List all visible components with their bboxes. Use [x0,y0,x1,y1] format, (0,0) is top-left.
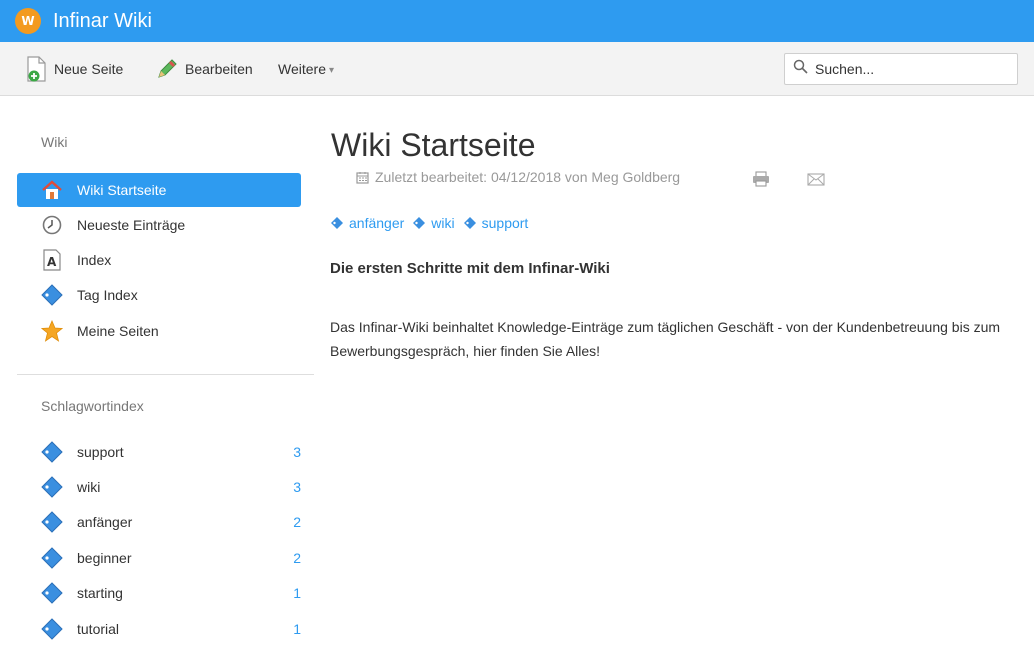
star-icon [41,320,63,342]
tag-list: anfänger wiki support [330,215,536,231]
last-edited-text: Zuletzt bearbeitet: 04/12/2018 von Meg G… [375,169,681,185]
sidebar-item-label: Tag Index [77,287,138,303]
sidebar-item-label: Wiki Startseite [77,182,167,198]
sidebar-item-meine-seiten[interactable]: Meine Seiten [17,314,301,348]
tag-icon [41,547,63,569]
tag-list-item[interactable]: wiki 3 [17,470,301,504]
tag-link[interactable]: anfänger [330,215,404,231]
tag-label: anfänger [77,514,133,530]
tag-icon [330,216,344,230]
tag-icon [41,511,63,533]
sidebar-item-index[interactable]: A Index [17,243,301,277]
new-page-button[interactable]: Neue Seite [26,42,123,96]
tag-list-item[interactable]: tutorial 1 [17,612,301,646]
tag-count: 2 [293,550,301,566]
tag-label: starting [77,585,123,601]
tag-count: 3 [293,444,301,460]
search-icon [793,59,808,79]
body-text: Das Infinar-Wiki beinhaltet Knowledge-Ei… [330,319,1001,359]
tag-icon [463,216,477,230]
sidebar-divider [17,374,314,375]
tag-count: 1 [293,585,301,601]
tag-count: 3 [293,479,301,495]
chevron-down-icon: ▾ [328,64,335,76]
more-dropdown[interactable]: Weitere ▾ [278,42,334,96]
index-icon: A [41,249,63,271]
tag-label: anfänger [349,215,405,231]
tag-list-item[interactable]: starting 1 [17,576,301,610]
tag-count: 1 [293,621,301,637]
tag-list-item[interactable]: beginner 2 [17,541,301,575]
tag-label: support [77,444,124,460]
new-page-label: Neue Seite [54,61,124,77]
search-input[interactable] [813,60,1007,78]
sidebar-heading-wiki: Wiki [41,134,68,150]
sidebar-item-tag-index[interactable]: Tag Index [17,278,301,312]
sidebar-item-label: Neueste Einträge [77,217,186,233]
mail-icon[interactable] [807,173,825,191]
sidebar-item-label: Meine Seiten [77,323,159,339]
app-logo[interactable]: W [15,8,41,34]
svg-text:A: A [47,255,57,269]
tag-icon [41,618,63,640]
tag-icon [41,476,63,498]
search-box[interactable] [784,53,1018,85]
tag-icon [41,582,63,604]
print-icon[interactable] [752,171,770,192]
pencil-icon [155,57,179,81]
sidebar-item-label: Index [77,252,112,268]
new-page-icon [26,56,48,82]
tag-count: 2 [293,514,301,530]
sidebar: Wiki Wiki Startseite Neueste Einträge A [0,97,316,642]
home-icon [41,179,63,201]
page-meta: Zuletzt bearbeitet: 04/12/2018 von Meg G… [356,169,680,185]
tag-icon [412,216,426,230]
sidebar-heading-tags: Schlagwortindex [41,398,144,414]
more-label: Weitere [278,61,326,77]
section-heading: Die ersten Schritte mit dem Infinar-Wiki [330,260,610,277]
toolbar: Neue Seite Bearbeiten Weitere ▾ [0,42,1034,96]
tag-label: tutorial [77,621,120,637]
tag-label: beginner [77,550,132,566]
main-content: Wiki Startseite Zuletzt bearbeitet: 04/1… [330,97,1030,642]
tag-link[interactable]: wiki [412,215,455,231]
sidebar-item-neueste-eintraege[interactable]: Neueste Einträge [17,208,301,242]
app-title[interactable]: Infinar Wiki [53,10,152,33]
tag-icon [41,441,63,463]
calendar-icon [356,171,369,184]
tag-icon [41,284,63,306]
sidebar-item-wiki-startseite[interactable]: Wiki Startseite [17,173,301,207]
page-title: Wiki Startseite [331,127,536,163]
tag-label: wiki [77,479,101,495]
clock-icon [41,214,63,236]
app-header: W Infinar Wiki [0,0,1034,42]
tag-label: support [481,215,529,231]
tag-list-item[interactable]: support 3 [17,435,301,469]
tag-link[interactable]: support [463,215,529,231]
tag-label: wiki [431,215,455,231]
tag-list-item[interactable]: anfänger 2 [17,505,301,539]
edit-label: Bearbeiten [185,61,253,77]
edit-button[interactable]: Bearbeiten [155,42,253,96]
